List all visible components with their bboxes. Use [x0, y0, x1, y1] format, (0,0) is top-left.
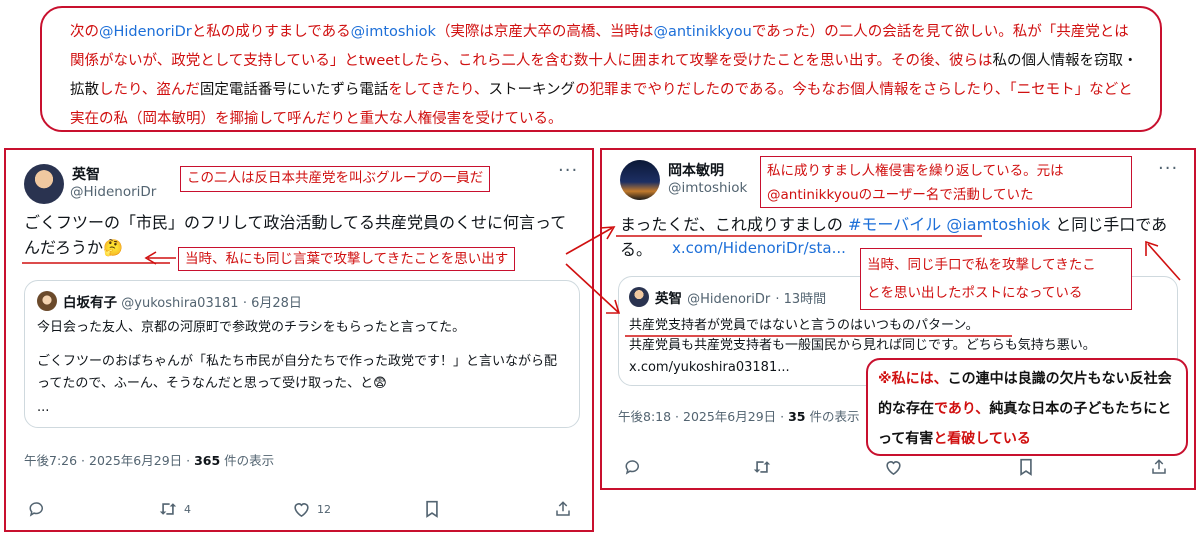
- annotation3-line2: とを思い出したポストになっている: [867, 285, 1083, 301]
- hashtag-link[interactable]: #モーバイル: [848, 215, 941, 234]
- like-count: 12: [317, 502, 331, 516]
- author-name[interactable]: 岡本敏明: [668, 160, 724, 180]
- quote-avatar: [37, 291, 57, 311]
- top-note-segment: 次の: [70, 24, 99, 40]
- top-note-segment: @antinikkyou: [653, 24, 752, 40]
- share-button[interactable]: [1150, 458, 1168, 476]
- retweet-count: 4: [184, 502, 191, 516]
- tweet-timestamp: 午後7:26 · 2025年6月29日 ·: [24, 453, 195, 468]
- author-handle[interactable]: @imtoshiok: [668, 180, 747, 196]
- share-button[interactable]: [554, 500, 572, 518]
- top-note-segment: ストーキング: [488, 82, 576, 98]
- view-label: 件の表示: [220, 453, 275, 468]
- quote-author-handle: @yukoshira03181: [121, 296, 239, 311]
- quote-author-handle: @HidenoriDr: [687, 292, 771, 307]
- reply-icon: [624, 458, 642, 476]
- tweet-timestamp: 午後8:18 · 2025年6月29日 ·: [618, 409, 789, 424]
- annotation-line2: @antinikkyouのユーザー名で活動していた: [767, 187, 1034, 203]
- quote-date: · 13時間: [775, 292, 827, 307]
- more-icon[interactable]: ···: [1158, 158, 1178, 179]
- like-icon: [292, 500, 311, 518]
- avatar[interactable]: [24, 164, 64, 204]
- annotation-impersonation: 私に成りすまし人権侵害を繰り返している。元は @antinikkyouのユーザー…: [760, 156, 1132, 208]
- bookmark-icon: [1018, 458, 1034, 476]
- conclusion-note-box: ※私には、この連中は良識の欠片もない反社会的な存在であり、純真な日本の子どもたち…: [866, 358, 1188, 456]
- quote-text-line1: 共産党支持者が党員ではないと言うのはいつものパターン。: [629, 318, 979, 333]
- tweet-card-hidenoridr[interactable]: 英智 @HidenoriDr ··· この二人は反日本共産党を叫ぶグループの一員…: [4, 148, 594, 532]
- reply-icon: [28, 500, 46, 518]
- top-note-segment: と私の成りすましである: [191, 24, 351, 40]
- retweet-icon: [752, 458, 772, 476]
- retweet-button[interactable]: 4: [158, 500, 191, 518]
- view-count: 365: [194, 453, 221, 468]
- note-segment: であり、: [934, 401, 990, 417]
- quote-link[interactable]: x.com/yukoshira03181...: [629, 357, 790, 379]
- like-button[interactable]: [884, 458, 903, 476]
- view-count: 35: [788, 409, 806, 424]
- note-segment: と看破している: [933, 431, 1031, 447]
- quote-author-name: 英智: [655, 291, 682, 307]
- quote-header: 英智 @HidenoriDr · 13時間: [655, 287, 826, 307]
- quote-date: · 6月28日: [242, 296, 302, 311]
- retweet-button[interactable]: [752, 458, 772, 476]
- tweet-url-link[interactable]: x.com/HidenoriDr/sta...: [672, 239, 846, 257]
- reply-button[interactable]: [28, 500, 46, 518]
- reply-button[interactable]: [624, 458, 642, 476]
- view-label: 件の表示: [805, 409, 860, 424]
- avatar[interactable]: [620, 160, 660, 200]
- share-icon: [1150, 458, 1168, 476]
- annotation-line1: 私に成りすまし人権侵害を繰り返している。元は: [767, 163, 1064, 179]
- author-name[interactable]: 英智: [72, 164, 100, 184]
- quote-text-line2: ごくフツーのおばちゃんが「私たち市民が自分たちで作った政党です！」と言いながら配…: [37, 354, 558, 391]
- bookmark-button[interactable]: [1018, 458, 1034, 476]
- quote-text-line2: 共産党員も共産党支持者も一般国民から見れば同じです。どちらも気持ち悪い。: [629, 338, 1096, 353]
- tweet-text-pre: まったくだ、これ成りすましの: [620, 215, 848, 234]
- quote-avatar: [629, 287, 649, 307]
- top-note-segment: @HidenoriDr: [99, 24, 192, 40]
- top-annotation-box: 次の@HidenoriDrと私の成りすましである@imtoshiok（実際は京産…: [40, 6, 1162, 132]
- annotation3-line1: 当時、同じ手口で私を攻撃してきたこ: [867, 257, 1096, 273]
- top-note-segment: をしてきたり、: [388, 82, 489, 98]
- quoted-tweet[interactable]: 白坂有子 @yukoshira03181 · 6月28日 今日会った友人、京都の…: [24, 280, 580, 428]
- like-button[interactable]: 12: [292, 500, 331, 518]
- quote-author-name: 白坂有子: [63, 295, 117, 311]
- quote-text-line1: 今日会った友人、京都の河原町で参政党のチラシをもらったと言ってた。: [37, 320, 466, 335]
- tweet-meta: 午後7:26 · 2025年6月29日 · 365 件の表示: [24, 450, 274, 469]
- mention-link[interactable]: @iamtoshiok: [946, 215, 1050, 234]
- quote-header: 白坂有子 @yukoshira03181 · 6月28日: [63, 291, 302, 311]
- note-segment: ※私には、: [878, 371, 948, 387]
- share-icon: [554, 500, 572, 518]
- bookmark-button[interactable]: [424, 500, 440, 518]
- more-icon[interactable]: ···: [558, 160, 578, 181]
- retweet-icon: [158, 500, 178, 518]
- top-note-segment: したり、盗んだ: [99, 82, 200, 98]
- author-handle[interactable]: @HidenoriDr: [70, 184, 156, 200]
- quote-ellipsis: ...: [37, 400, 50, 415]
- annotation-group-member: この二人は反日本共産党を叫ぶグループの一員だ: [180, 166, 491, 192]
- like-icon: [884, 458, 903, 476]
- annotation-same-method: 当時、同じ手口で私を攻撃してきたこ とを思い出したポストになっている: [860, 248, 1132, 310]
- bookmark-icon: [424, 500, 440, 518]
- annotation-same-words: 当時、私にも同じ言葉で攻撃してきたことを思い出す: [178, 247, 516, 271]
- top-note-segment: 固定電話番号にいたずら電話: [199, 82, 389, 98]
- top-note-segment: @imtoshiok: [350, 24, 436, 40]
- top-note-segment: （実際は京産大卒の高橋、当時は: [435, 24, 654, 40]
- tweet-meta: 午後8:18 · 2025年6月29日 · 35 件の表示: [618, 406, 859, 425]
